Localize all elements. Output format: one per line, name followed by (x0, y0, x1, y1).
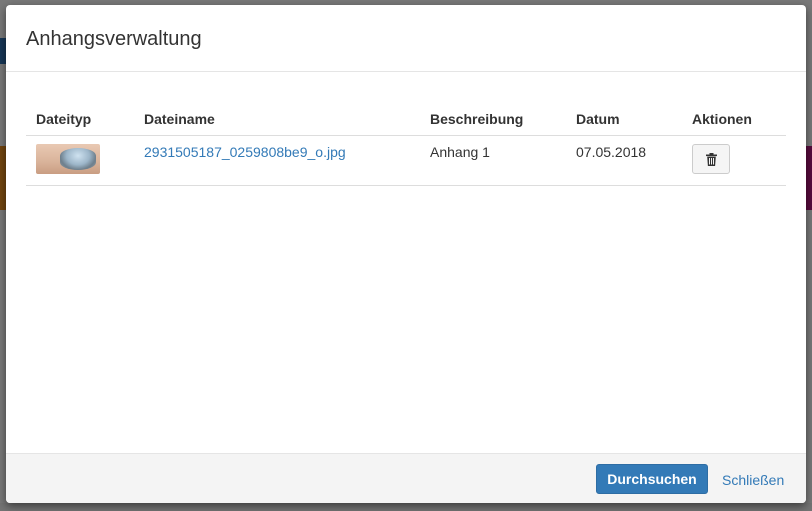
dialog-header: Anhangsverwaltung (6, 5, 806, 72)
browse-button[interactable]: Durchsuchen (596, 464, 708, 494)
header-filename: Dateiname (134, 102, 420, 136)
table-row: 2931505187_0259808be9_o.jpg Anhang 1 07.… (26, 135, 786, 186)
image-thumbnail (36, 144, 100, 174)
delete-button[interactable] (692, 144, 730, 174)
cell-filename: 2931505187_0259808be9_o.jpg (134, 135, 420, 186)
cell-actions (682, 135, 786, 186)
cell-date: 07.05.2018 (566, 135, 682, 186)
attachments-table: Dateityp Dateiname Beschreibung Datum Ak… (26, 102, 786, 186)
dialog-title: Anhangsverwaltung (26, 28, 202, 50)
header-date: Datum (566, 102, 682, 136)
trash-icon (706, 153, 717, 166)
cell-filetype (26, 135, 134, 186)
attachment-dialog: Anhangsverwaltung Dateityp Dateiname Bes… (6, 5, 806, 503)
thumbnail-can (60, 148, 96, 170)
dialog-footer: Durchsuchen Schließen (6, 453, 806, 503)
dialog-body: Dateityp Dateiname Beschreibung Datum Ak… (6, 72, 806, 186)
header-actions: Aktionen (682, 102, 786, 136)
header-description: Beschreibung (420, 102, 566, 136)
table-header-row: Dateityp Dateiname Beschreibung Datum Ak… (26, 102, 786, 136)
close-button[interactable]: Schließen (722, 472, 784, 488)
header-filetype: Dateityp (26, 102, 134, 136)
cell-description: Anhang 1 (420, 135, 566, 186)
filename-link[interactable]: 2931505187_0259808be9_o.jpg (144, 144, 346, 160)
